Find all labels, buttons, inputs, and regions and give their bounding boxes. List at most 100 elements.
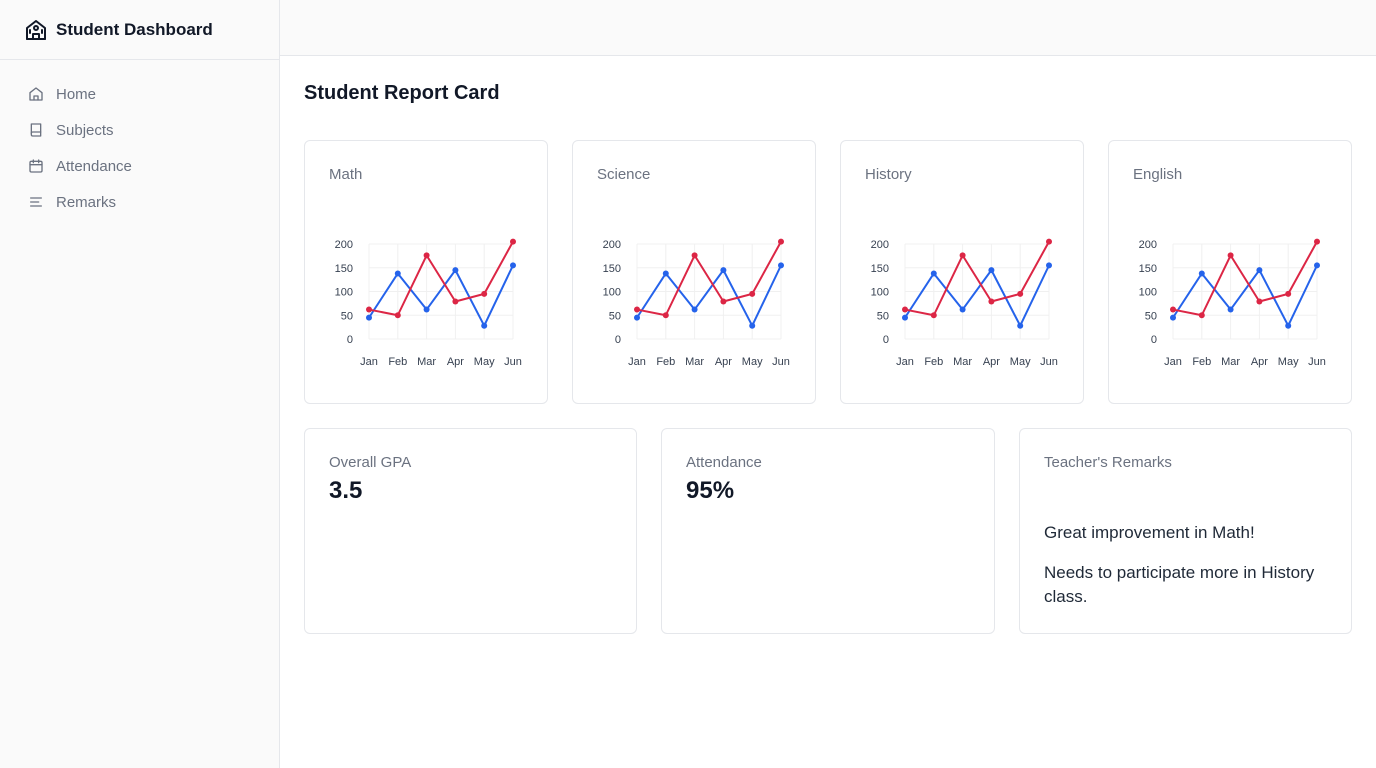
subject-chart-card: History 0 50 100 150 200 Jan Feb Mar Apr May Jun [840, 140, 1084, 404]
data-point [1227, 252, 1234, 259]
y-tick-label: 50 [1145, 310, 1157, 322]
data-point [1198, 312, 1205, 319]
data-point [959, 252, 966, 259]
x-tick-label: Apr [715, 356, 732, 368]
attendance-label: Attendance [686, 454, 762, 471]
series-line [1172, 241, 1318, 317]
sidebar-item-label: Subjects [56, 121, 114, 139]
x-tick-label: Feb [388, 356, 407, 368]
data-point [634, 314, 640, 321]
sidebar-item-label: Remarks [56, 193, 117, 211]
attendance-value: 95% [686, 477, 735, 504]
x-tick-label: Jan [1164, 356, 1182, 368]
y-tick-label: 150 [1139, 263, 1157, 275]
data-point [902, 314, 908, 321]
data-point [634, 306, 640, 313]
brand: Student Dashboard [0, 0, 279, 60]
data-point [1046, 238, 1052, 245]
data-point [1285, 322, 1292, 329]
data-point [452, 298, 459, 305]
data-point [662, 312, 669, 319]
data-point [1170, 306, 1176, 313]
data-point [1170, 314, 1176, 321]
subject-chart-card: Math 0 50 100 150 200 Jan Feb Mar Apr May Jun [304, 140, 548, 404]
y-tick-label: 100 [871, 287, 889, 299]
series-line [636, 264, 782, 327]
line-chart: 0 50 100 150 200 Jan Feb Mar Apr May Jun [1139, 238, 1326, 368]
line-chart: 0 50 100 150 200 Jan Feb Mar Apr May Jun [871, 238, 1058, 368]
data-point [902, 306, 908, 313]
top-bar [280, 0, 1376, 56]
calendar-icon [29, 159, 43, 173]
data-point [1017, 322, 1024, 329]
x-tick-label: Mar [685, 356, 704, 368]
series-line [1172, 264, 1318, 327]
x-tick-label: Apr [1251, 356, 1268, 368]
sidebar-item-subjects[interactable]: Subjects [0, 112, 279, 148]
data-point [691, 306, 698, 313]
x-tick-label: Feb [656, 356, 675, 368]
series-line [368, 241, 514, 317]
data-point [366, 306, 372, 313]
remarks-card: Teacher's Remarks Great improvement in M… [1019, 428, 1352, 634]
line-chart: 0 50 100 150 200 Jan Feb Mar Apr May Jun [603, 238, 790, 368]
sidebar-item-attendance[interactable]: Attendance [0, 148, 279, 184]
line-chart: 0 50 100 150 200 Jan Feb Mar Apr May Jun [335, 238, 522, 368]
book-icon [30, 123, 42, 137]
sidebar-item-label: Attendance [56, 157, 132, 175]
attendance-card: Attendance 95% [661, 428, 995, 634]
gpa-value: 3.5 [329, 477, 363, 504]
x-tick-label: Jun [504, 356, 522, 368]
x-tick-label: Apr [983, 356, 1000, 368]
data-point [1227, 306, 1234, 313]
data-point [510, 238, 516, 245]
sidebar-item-label: Home [56, 85, 97, 103]
data-point [394, 270, 401, 277]
x-tick-label: Feb [1192, 356, 1211, 368]
x-tick-label: Jan [896, 356, 914, 368]
data-point [423, 252, 430, 259]
x-tick-label: Mar [953, 356, 972, 368]
data-point [1285, 290, 1292, 297]
app-title: Student Dashboard [56, 19, 213, 39]
data-point [481, 322, 488, 329]
sidebar-item-remarks[interactable]: Remarks [0, 184, 279, 220]
data-point [423, 306, 430, 313]
data-point [778, 238, 784, 245]
data-point [959, 306, 966, 313]
gpa-card: Overall GPA 3.5 [304, 428, 637, 634]
y-tick-label: 150 [335, 263, 353, 275]
subject-chart-card: Science 0 50 100 150 200 Jan Feb Mar Apr May Jun [572, 140, 816, 404]
data-point [720, 267, 727, 274]
remark-item: Great improvement in Math! [1044, 523, 1255, 542]
school-icon [26, 19, 46, 40]
sidebar-item-home[interactable]: Home [0, 76, 279, 112]
x-tick-label: Jun [1040, 356, 1058, 368]
sidebar-nav: Home Subjects Attendance Remarks [0, 60, 279, 220]
series-line [636, 241, 782, 317]
data-point [988, 267, 995, 274]
y-tick-label: 0 [615, 334, 621, 346]
data-point [720, 298, 727, 305]
y-tick-label: 200 [335, 239, 353, 251]
x-tick-label: Jan [628, 356, 646, 368]
y-tick-label: 100 [1139, 287, 1157, 299]
subject-chart-card: English 0 50 100 150 200 Jan Feb Mar Apr May Jun [1108, 140, 1352, 404]
data-point [1256, 267, 1263, 274]
data-point [1198, 270, 1205, 277]
gpa-label: Overall GPA [329, 454, 412, 471]
data-point [778, 262, 784, 269]
y-tick-label: 0 [347, 334, 353, 346]
x-tick-label: Jan [360, 356, 378, 368]
y-tick-label: 50 [877, 310, 889, 322]
data-point [1256, 298, 1263, 305]
data-point [510, 262, 516, 269]
y-tick-label: 100 [335, 287, 353, 299]
y-tick-label: 200 [1139, 239, 1157, 251]
y-tick-label: 50 [341, 310, 353, 322]
x-tick-label: May [474, 356, 495, 368]
data-point [1314, 238, 1320, 245]
data-point [749, 322, 756, 329]
data-point [452, 267, 459, 274]
data-point [930, 312, 937, 319]
